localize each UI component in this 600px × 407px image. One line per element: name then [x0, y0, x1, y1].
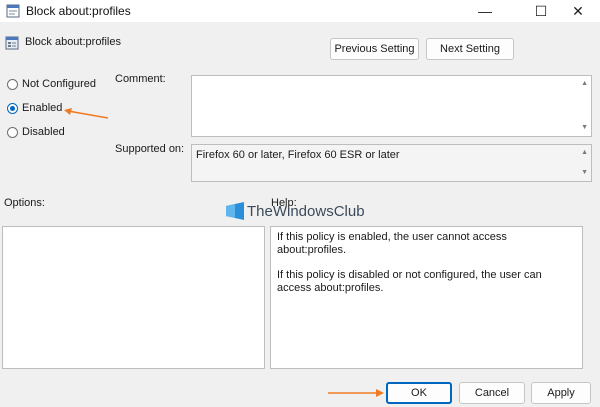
radio-circle[interactable] [7, 78, 18, 90]
radio-label: Not Configured [22, 78, 96, 90]
next-setting-button[interactable]: Next Setting [426, 38, 514, 60]
ok-button[interactable]: OK [386, 382, 452, 404]
annotation-arrow-ok [328, 389, 384, 397]
minimize-icon: — [478, 3, 492, 19]
supported-on-field: Firefox 60 or later, Firefox 60 ESR or l… [191, 144, 592, 182]
previous-setting-button[interactable]: Previous Setting [330, 38, 419, 60]
help-paragraph: If this policy is disabled or not config… [277, 269, 542, 294]
watermark-text: TheWindowsClub [247, 202, 365, 220]
title-bar: Block about:profiles — ☐ ✕ [0, 0, 600, 22]
annotation-arrow-enabled [64, 108, 109, 119]
options-panel [2, 226, 265, 369]
radio-disabled[interactable]: Disabled [7, 126, 65, 138]
scroll-down-icon[interactable]: ▼ [581, 124, 588, 132]
watermark: TheWindowsClub [226, 202, 365, 220]
radio-not-configured[interactable]: Not Configured [7, 78, 96, 90]
cancel-button[interactable]: Cancel [459, 382, 525, 404]
options-label: Options: [4, 197, 45, 209]
help-panel: If this policy is enabled, the user cann… [270, 226, 583, 369]
watermark-logo-icon [226, 202, 244, 220]
maximize-icon: ☐ [534, 2, 548, 19]
policy-document-icon [6, 4, 20, 18]
radio-label: Enabled [22, 102, 63, 114]
comment-label: Comment: [115, 73, 166, 85]
policy-title: Block about:profiles [25, 36, 121, 48]
radio-circle[interactable] [7, 102, 18, 114]
close-button[interactable]: ✕ [555, 0, 600, 22]
comment-textarea[interactable]: ▲ ▼ [191, 75, 592, 137]
apply-button[interactable]: Apply [531, 382, 591, 404]
policy-setting-icon [5, 36, 19, 50]
supported-on-label: Supported on: [115, 143, 185, 155]
radio-circle[interactable] [7, 126, 18, 138]
supported-on-value: Firefox 60 or later, Firefox 60 ESR or l… [196, 149, 400, 161]
window-title: Block about:profiles [26, 4, 131, 18]
help-paragraph: If this policy is enabled, the user cann… [277, 231, 507, 256]
close-icon: ✕ [572, 2, 584, 19]
scroll-down-icon[interactable]: ▼ [581, 169, 588, 177]
minimize-button[interactable]: — [462, 0, 508, 22]
radio-enabled[interactable]: Enabled [7, 102, 62, 114]
radio-label: Disabled [22, 126, 65, 138]
scroll-up-icon[interactable]: ▲ [581, 149, 588, 157]
scroll-up-icon[interactable]: ▲ [581, 80, 588, 88]
